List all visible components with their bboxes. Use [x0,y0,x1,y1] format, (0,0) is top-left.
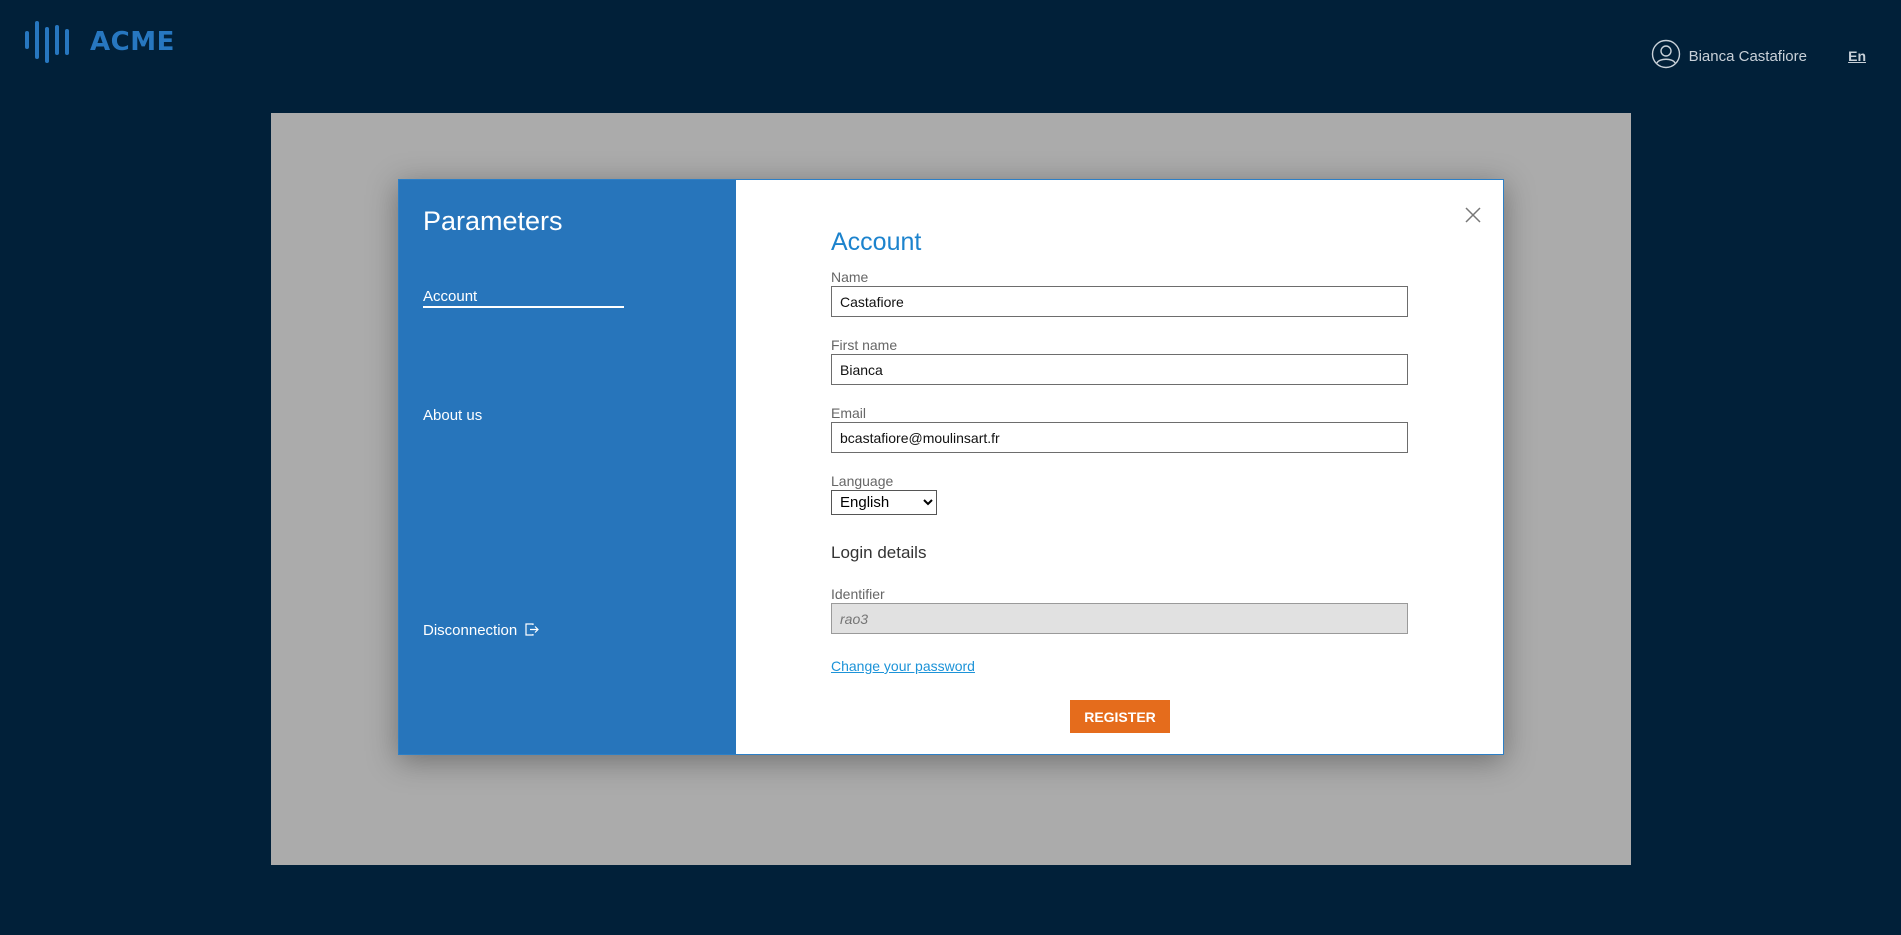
identifier-field [831,603,1408,634]
sidebar-item-label: Disconnection [423,622,518,639]
sidebar-item-account[interactable]: Account [423,288,624,308]
register-button[interactable]: REGISTER [1070,700,1170,733]
form-title: Account [831,228,922,256]
exit-icon [525,622,540,640]
close-icon[interactable] [1463,205,1483,225]
account-panel: Account Name First name Email Language E… [736,180,1503,754]
sidebar-item-about-us[interactable]: About us [423,407,482,424]
language-label: Language [831,473,894,489]
language-switch-link[interactable]: En [1848,48,1866,64]
first-name-field[interactable] [831,354,1408,385]
user-name: Bianca Castafiore [1688,47,1807,65]
name-label: Name [831,269,869,285]
user-menu[interactable]: Bianca Castafiore [1651,39,1807,73]
sidebar-item-label: Account [423,288,478,305]
email-label: Email [831,405,867,421]
email-field[interactable] [831,422,1408,453]
app-logo[interactable]: ACME [24,19,175,65]
identifier-label: Identifier [831,586,885,602]
sidebar-item-disconnection[interactable]: Disconnection [423,622,540,640]
sidebar-item-label: About us [423,407,483,424]
account-form: Account Name First name Email Language E… [831,228,1408,676]
login-details-title: Login details [831,543,927,562]
sidebar-title: Parameters [423,206,563,236]
user-avatar-icon [1651,39,1681,73]
change-password-link[interactable]: Change your password [831,658,975,674]
logo-icon [24,19,80,65]
parameters-modal: Parameters Account About us Disconnectio… [398,179,1504,755]
parameters-sidebar: Parameters Account About us Disconnectio… [399,180,736,754]
logo-text: ACME [90,27,175,57]
language-select[interactable]: English [831,490,937,515]
name-field[interactable] [831,286,1408,317]
first-name-label: First name [831,337,898,353]
